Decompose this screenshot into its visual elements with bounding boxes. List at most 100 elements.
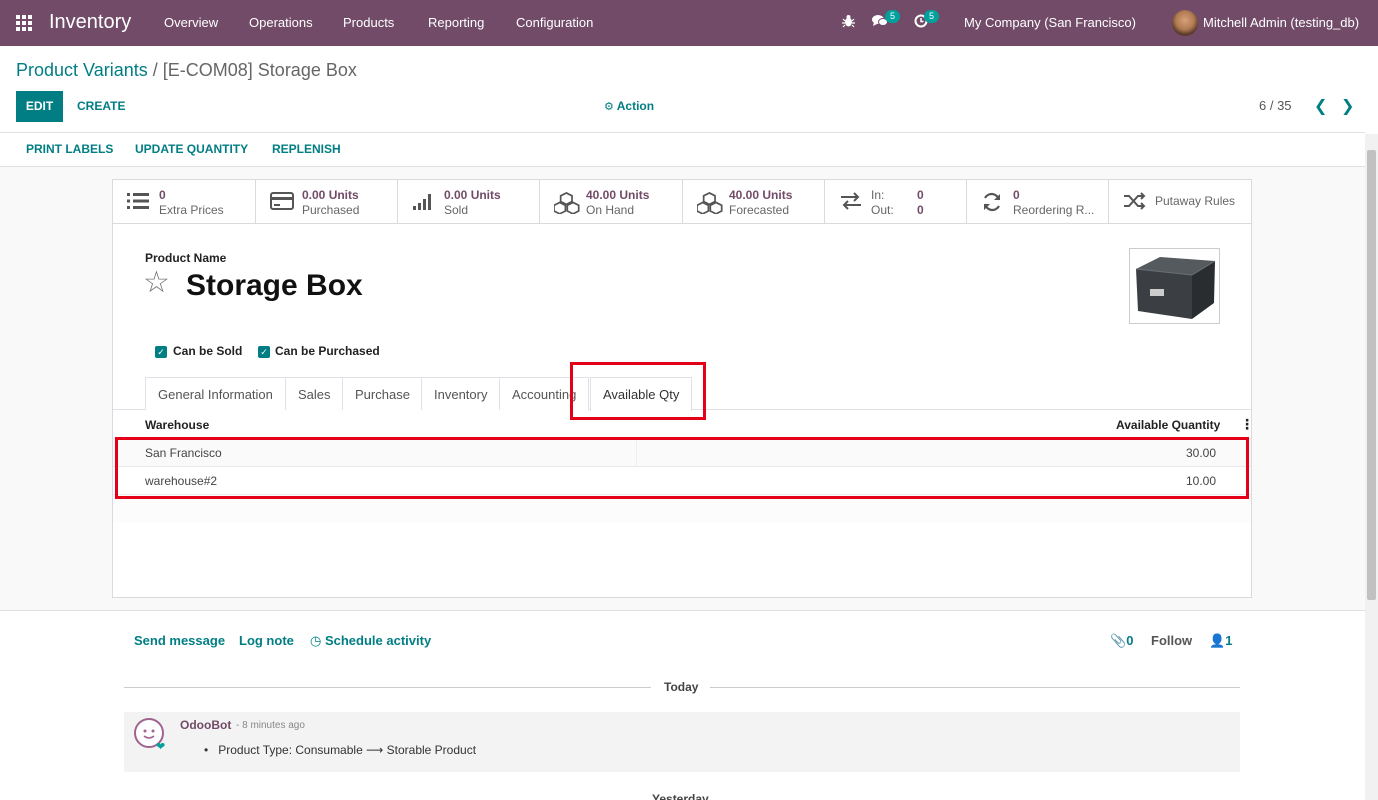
stat-label: Purchased [302,203,360,217]
column-warehouse[interactable]: Warehouse [145,418,209,432]
edit-button[interactable]: EDIT [16,91,63,122]
schedule-activity-button[interactable]: ◷ Schedule activity [310,633,431,649]
product-name[interactable]: Storage Box [186,269,363,303]
breadcrumb-current: [E-COM08] Storage Box [162,60,357,80]
in-label: In: [871,188,885,202]
in-value: 0 [917,188,924,202]
stat-label: Forecasted [729,203,790,217]
print-labels-button[interactable]: PRINT LABELS [26,142,113,156]
stat-value: 40.00 Units [586,188,650,202]
date-separator-today: Today [664,680,699,694]
favorite-star-icon[interactable]: ☆ [143,268,170,298]
stat-in-out[interactable]: In: 0 Out: 0 [825,180,967,224]
exchange-arrows-icon [839,192,863,215]
stat-label: On Hand [586,203,635,217]
stat-value: 0 [1013,188,1020,202]
log-note-button[interactable]: Log note [239,633,294,648]
tracking-old-value: Product Type: Consumable [218,743,363,757]
scrollbar-thumb[interactable] [1367,150,1376,600]
menu-overview[interactable]: Overview [164,15,218,30]
activity-badge: 5 [924,10,940,23]
stat-forecasted[interactable]: 40.00 Units Forecasted [683,180,825,224]
menu-operations[interactable]: Operations [249,15,313,30]
top-navbar: Inventory Overview Operations Products R… [0,0,1378,46]
company-switcher[interactable]: My Company (San Francisco) [964,15,1136,30]
signal-bars-icon [412,192,434,215]
stat-extra-prices[interactable]: 0 Extra Prices [113,180,256,224]
stat-putaway-rules[interactable]: Putaway Rules [1109,180,1252,224]
attachments-count: 0 [1126,633,1134,648]
stat-value: 40.00 Units [729,188,793,202]
app-title[interactable]: Inventory [49,11,131,34]
credit-card-icon [270,192,294,215]
bullet: • [204,743,215,757]
list-icon [127,192,149,215]
can-be-purchased-checkbox[interactable]: ✓ [258,346,270,358]
tab-purchase[interactable]: Purchase [342,377,423,410]
tab-sales[interactable]: Sales [285,377,344,410]
user-menu[interactable]: Mitchell Admin (testing_db) [1203,15,1359,30]
can-be-purchased-label: Can be Purchased [275,344,380,358]
message-body: • Product Type: Consumable ⟶ Storable Pr… [204,743,476,757]
send-message-button[interactable]: Send message [134,633,225,648]
chatter-message: ❤ OdooBot - 8 minutes ago • Product Type… [124,712,1240,772]
pager-value[interactable]: 6 / 35 [1259,98,1292,113]
stat-label: Extra Prices [159,203,224,217]
long-arrow-right-icon: ⟶ [366,743,384,757]
attachments-button[interactable]: 📎0 [1110,633,1133,649]
pager-previous-icon[interactable]: ❮ [1314,96,1327,116]
gear-icon: ⚙ [604,101,614,113]
paperclip-icon: 📎 [1110,633,1127,648]
tab-general-information[interactable]: General Information [145,377,286,410]
tab-inventory[interactable]: Inventory [421,377,501,410]
bug-icon[interactable] [842,14,855,31]
create-button[interactable]: CREATE [77,99,125,113]
tracking-new-value: Storable Product [386,743,477,757]
can-be-sold-checkbox[interactable]: ✓ [155,346,167,358]
divider [0,132,1365,133]
product-image[interactable] [1129,248,1220,324]
apps-grid-icon[interactable] [16,15,32,31]
stat-value: 0.00 Units [302,188,359,202]
update-quantity-button[interactable]: UPDATE QUANTITY [135,142,248,156]
product-name-label: Product Name [145,251,227,265]
refresh-icon [981,192,1003,217]
followers-count: 1 [1225,633,1233,648]
pager-next-icon[interactable]: ❯ [1341,96,1354,116]
divider [0,610,1365,611]
can-be-sold-label: Can be Sold [173,344,243,358]
stat-label: Reordering R... [1013,203,1095,217]
random-shuffle-icon [1123,192,1147,215]
action-label: Action [616,99,655,113]
menu-configuration[interactable]: Configuration [516,15,593,30]
stat-reordering-rules[interactable]: 0 Reordering R... [967,180,1109,224]
date-separator-yesterday: Yesterday [652,792,709,800]
heart-icon: ❤ [156,741,166,753]
menu-products[interactable]: Products [343,15,394,30]
clock-icon: ◷ [310,633,322,648]
stat-value: 0 [159,188,166,202]
stat-label: Sold [444,203,469,217]
action-menu-button[interactable]: ⚙ Action [604,99,654,113]
breadcrumb-parent[interactable]: Product Variants [16,60,148,80]
date-separator-line [710,687,1240,688]
followers-button[interactable]: 👤1 [1209,633,1232,649]
stat-on-hand[interactable]: 40.00 Units On Hand [540,180,683,224]
stat-sold[interactable]: 0.00 Units Sold [398,180,540,224]
stat-purchased[interactable]: 0.00 Units Purchased [256,180,398,224]
highlight-rows-box [115,437,1249,499]
cubes-icon [696,191,723,219]
highlight-tab-box [570,362,706,420]
replenish-button[interactable]: REPLENISH [272,142,341,156]
user-avatar[interactable] [1172,10,1198,36]
message-author[interactable]: OdooBot [180,718,231,732]
follow-button[interactable]: Follow [1151,633,1192,648]
column-available-quantity[interactable]: Available Quantity [1116,418,1220,432]
out-value: 0 [917,203,924,217]
user-icon: 👤 [1209,633,1226,648]
stat-value: 0.00 Units [444,188,501,202]
column-options-icon[interactable]: ⋮ [1240,416,1254,433]
out-label: Out: [871,203,894,217]
breadcrumb: Product Variants / [E-COM08] Storage Box [16,60,357,81]
menu-reporting[interactable]: Reporting [428,15,484,30]
